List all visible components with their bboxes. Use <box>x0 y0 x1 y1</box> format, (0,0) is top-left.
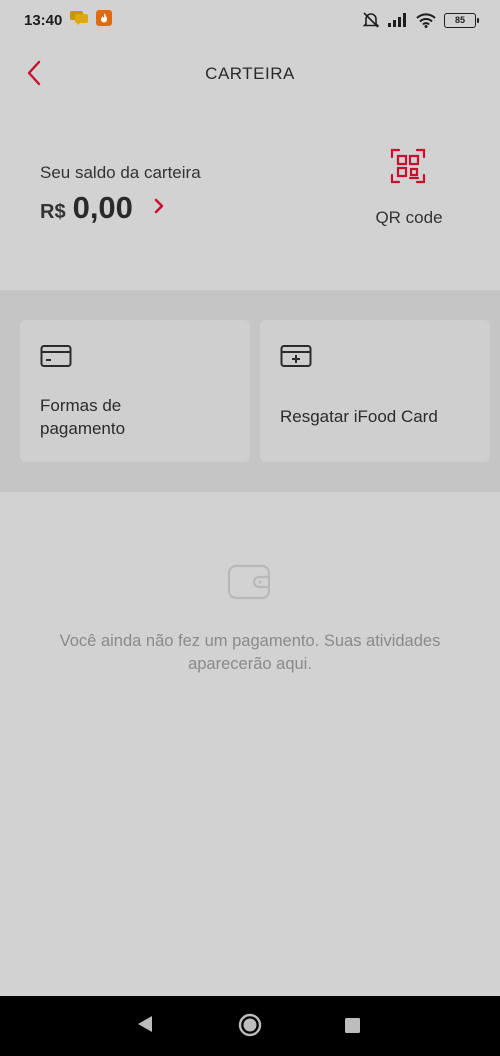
status-bar: 13:40 85 <box>0 0 500 40</box>
nav-recent-icon[interactable] <box>345 1018 360 1038</box>
chevron-right-icon <box>153 198 165 219</box>
nav-back-icon[interactable] <box>136 1014 154 1039</box>
balance-currency: R$ <box>40 201 66 223</box>
page-title: CARTEIRA <box>205 64 295 83</box>
balance-button[interactable]: R$ 0,00 <box>40 190 165 226</box>
wifi-icon <box>416 12 436 28</box>
balance-amount: 0,00 <box>72 190 133 225</box>
status-right: 85 <box>362 11 479 29</box>
empty-state-message: Você ainda não fez um pagamento. Suas at… <box>59 632 441 673</box>
qr-code-button[interactable]: QR code <box>360 148 460 248</box>
nav-home-icon[interactable] <box>238 1013 262 1042</box>
redeem-ifood-card[interactable]: Resgatar iFood Card <box>260 320 490 462</box>
actions-band: Formas de pagamento Resgatar iFood Card <box>0 290 500 492</box>
system-nav-bar <box>0 996 500 1056</box>
status-time: 13:40 <box>24 11 63 29</box>
status-left: 13:40 <box>24 10 113 30</box>
wallet-icon <box>227 562 273 607</box>
balance-label: Seu saldo da carteira <box>40 163 201 182</box>
app-notification-icon <box>96 10 113 30</box>
mute-icon <box>362 11 380 29</box>
wallet-balance-section: Seu saldo da carteira R$ 0,00 QR code <box>0 130 500 290</box>
chat-notification-icon <box>70 11 89 29</box>
qr-code-label: QR code <box>375 208 443 227</box>
credit-card-icon <box>40 344 72 373</box>
payment-methods-card[interactable]: Formas de pagamento <box>20 320 250 462</box>
signal-icon <box>388 13 408 27</box>
qr-code-icon <box>390 148 426 189</box>
card-add-icon <box>280 344 312 373</box>
app-header: CARTEIRA <box>0 44 500 104</box>
payment-methods-label: Formas de pagamento <box>40 396 126 438</box>
redeem-ifood-label: Resgatar iFood Card <box>280 407 438 426</box>
battery-icon: 85 <box>444 12 479 28</box>
